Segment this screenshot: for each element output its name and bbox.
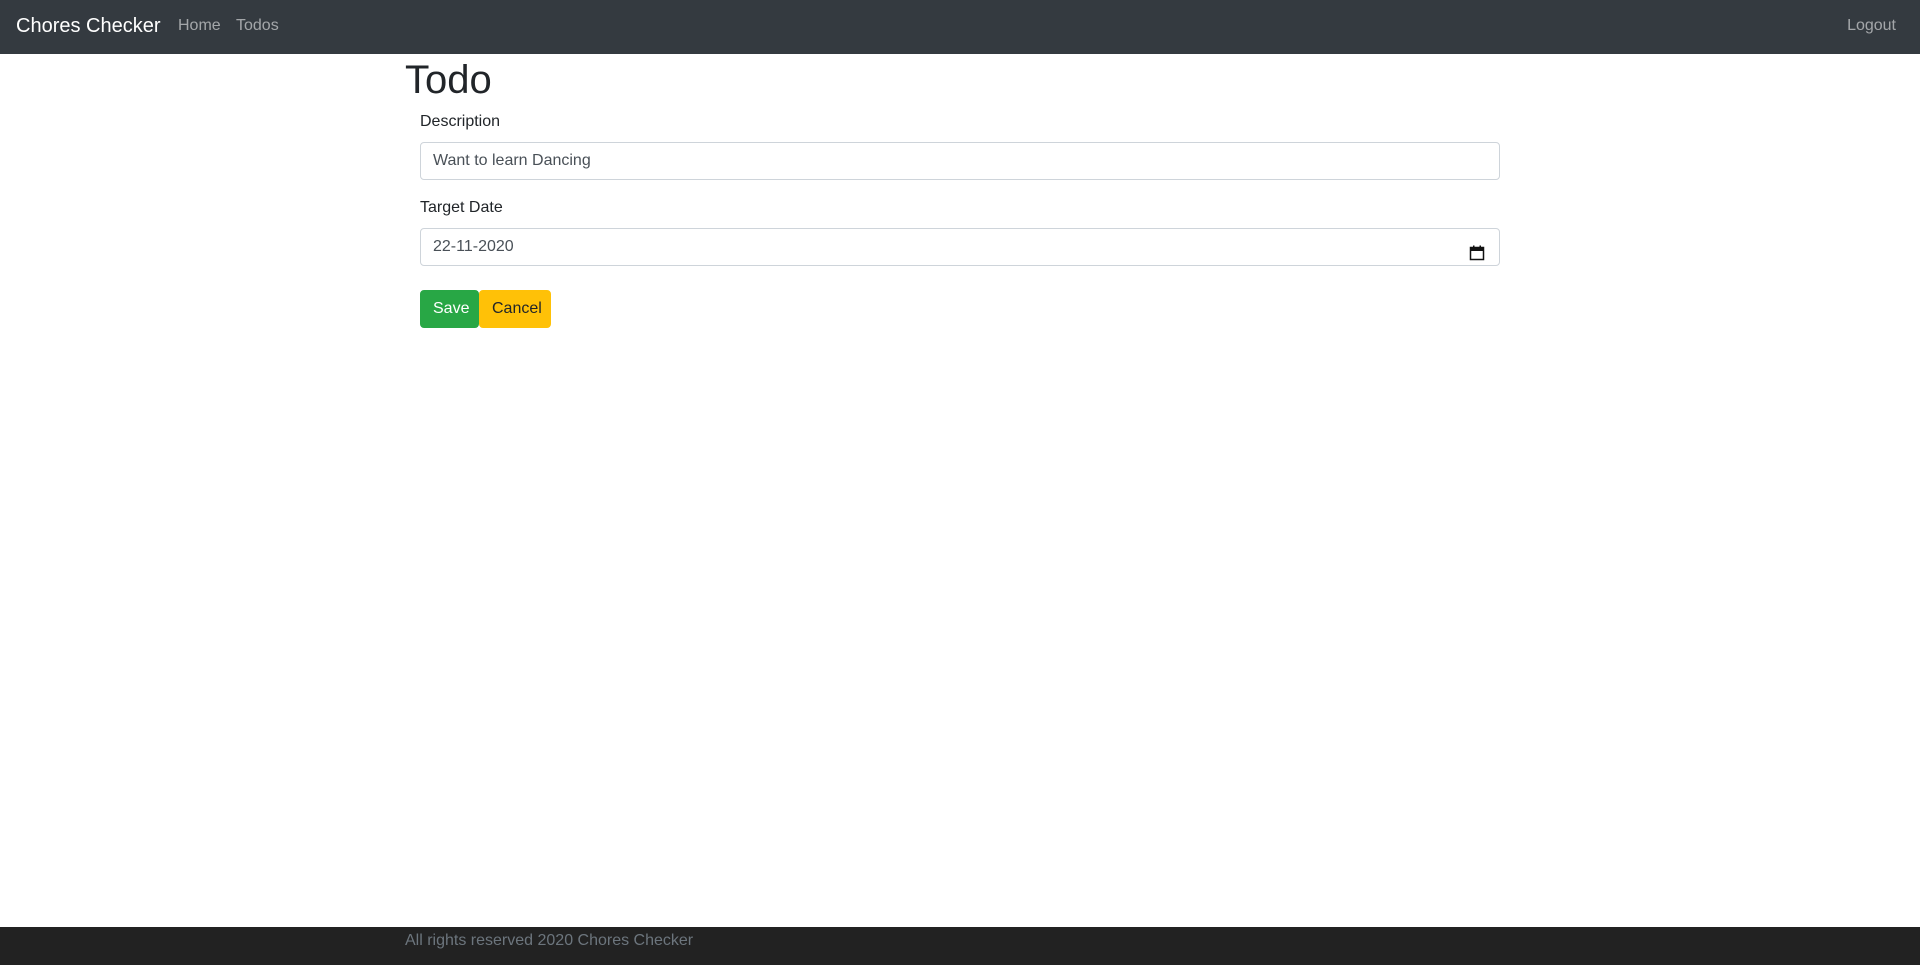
calendar-icon[interactable] (1469, 239, 1485, 261)
target-date-value: 22-11-2020 (433, 238, 514, 255)
page-title: Todo (405, 58, 492, 102)
footer: All rights reserved 2020 Chores Checker (0, 927, 1920, 965)
target-date-input[interactable]: 22-11-2020 (420, 228, 1500, 266)
description-input[interactable] (420, 142, 1500, 180)
brand-link[interactable]: Chores Checker (16, 14, 161, 38)
description-label: Description (420, 113, 501, 130)
target-date-label: Target Date (420, 199, 503, 216)
logout-link[interactable]: Logout (1847, 16, 1896, 36)
navbar: Chores Checker Home Todos Logout (0, 0, 1920, 54)
save-button[interactable]: Save (420, 290, 479, 328)
nav-link-todos[interactable]: Todos (236, 16, 279, 36)
footer-text: All rights reserved 2020 Chores Checker (405, 932, 694, 949)
nav-link-home[interactable]: Home (178, 16, 221, 36)
cancel-button[interactable]: Cancel (479, 290, 551, 328)
